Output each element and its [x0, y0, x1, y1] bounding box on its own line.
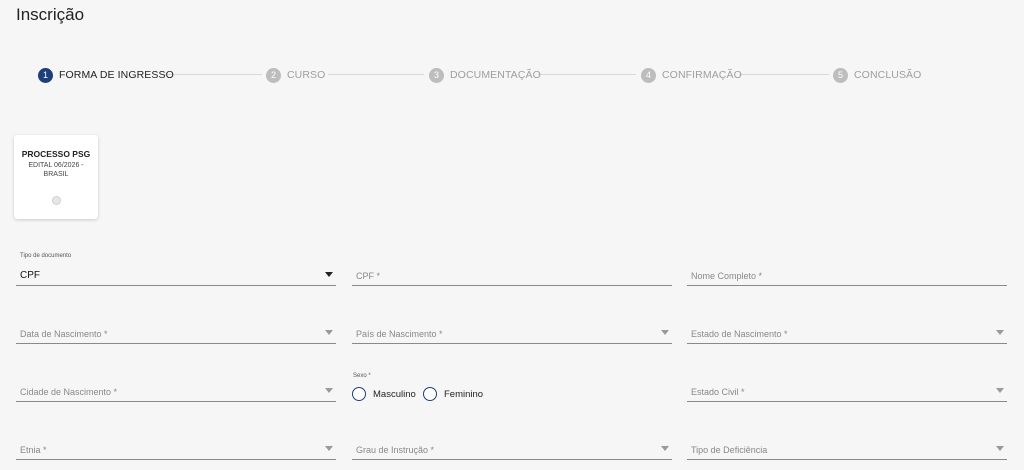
- tipo-documento-select[interactable]: Tipo de documento CPF: [16, 253, 336, 286]
- step-forma-de-ingresso[interactable]: 1 FORMA DE INGRESSO: [38, 67, 174, 83]
- field-placeholder: País de Nascimento *: [356, 329, 443, 339]
- radio-label: Masculino: [373, 388, 416, 400]
- step-confirmacao[interactable]: 4 CONFIRMAÇÃO: [641, 67, 742, 83]
- field-placeholder: Grau de Instrução *: [356, 445, 435, 455]
- step-label: FORMA DE INGRESSO: [59, 69, 174, 81]
- dropdown-arrow-icon: [325, 330, 333, 335]
- dropdown-arrow-icon: [996, 446, 1004, 451]
- dropdown-arrow-icon: [996, 330, 1004, 335]
- tipo-deficiencia-select[interactable]: Tipo de Deficiência: [687, 429, 1007, 460]
- field-value: CPF: [20, 270, 40, 281]
- step-documentacao[interactable]: 3 DOCUMENTAÇÃO: [429, 67, 541, 83]
- nome-completo-input[interactable]: Nome Completo *: [687, 255, 1007, 286]
- field-placeholder: Data de Nascimento *: [20, 329, 108, 339]
- dropdown-arrow-icon: [661, 330, 669, 335]
- step-connector: [538, 74, 636, 75]
- estado-nascimento-select[interactable]: Estado de Nascimento *: [687, 313, 1007, 344]
- dropdown-arrow-icon: [325, 446, 333, 451]
- step-label: DOCUMENTAÇÃO: [450, 69, 541, 81]
- page-title: Inscrição: [16, 5, 85, 24]
- step-label: CONFIRMAÇÃO: [662, 69, 742, 81]
- step-label: CURSO: [287, 69, 326, 81]
- processo-card[interactable]: PROCESSO PSG EDITAL 06/2026 - BRASIL: [14, 135, 98, 219]
- sexo-radio-group: Sexo * Masculino Feminino: [352, 373, 672, 403]
- step-connector: [328, 74, 424, 75]
- radio-label: Feminino: [444, 388, 484, 400]
- pais-nascimento-select[interactable]: País de Nascimento *: [352, 313, 672, 344]
- field-placeholder: CPF *: [356, 271, 381, 281]
- field-placeholder: Tipo de Deficiência: [691, 445, 768, 455]
- card-subtitle: EDITAL 06/2026 - BRASIL: [28, 162, 84, 178]
- step-number: 4: [641, 67, 656, 83]
- card-title: PROCESSO PSG: [21, 149, 91, 159]
- radio-masculino[interactable]: Masculino: [352, 387, 416, 401]
- field-placeholder: Estado Civil *: [691, 387, 745, 397]
- data-nascimento-input[interactable]: Data de Nascimento *: [16, 313, 336, 344]
- step-connector: [739, 74, 829, 75]
- step-curso[interactable]: 2 CURSO: [266, 67, 325, 83]
- radio-circle-icon[interactable]: [352, 387, 366, 401]
- step-number: 2: [266, 67, 281, 83]
- field-label: Tipo de documento: [20, 253, 72, 259]
- step-connector: [162, 74, 262, 75]
- field-label: Sexo *: [353, 373, 371, 379]
- estado-civil-select[interactable]: Estado Civil *: [687, 371, 1007, 402]
- step-number: 5: [833, 67, 848, 83]
- radio-feminino[interactable]: Feminino: [423, 387, 483, 401]
- stepper: 1 FORMA DE INGRESSO 2 CURSO 3 DOCUMENTAÇ…: [38, 67, 921, 83]
- dropdown-arrow-icon: [661, 446, 669, 451]
- cpf-input[interactable]: CPF *: [352, 255, 672, 286]
- etnia-select[interactable]: Etnia *: [16, 429, 336, 460]
- radio-circle-icon[interactable]: [423, 387, 437, 401]
- step-label: CONCLUSÃO: [854, 69, 922, 81]
- field-placeholder: Nome Completo *: [691, 271, 763, 281]
- step-number: 3: [429, 67, 444, 83]
- dropdown-arrow-icon: [325, 388, 333, 393]
- dropdown-arrow-icon: [996, 388, 1004, 393]
- card-radio-indicator[interactable]: [52, 196, 61, 205]
- cidade-nascimento-select[interactable]: Cidade de Nascimento *: [16, 371, 336, 402]
- dropdown-arrow-icon: [325, 272, 333, 277]
- field-placeholder: Cidade de Nascimento *: [20, 387, 118, 397]
- field-placeholder: Estado de Nascimento *: [691, 329, 788, 339]
- grau-instrucao-select[interactable]: Grau de Instrução *: [352, 429, 672, 460]
- step-conclusao[interactable]: 5 CONCLUSÃO: [833, 67, 921, 83]
- step-number: 1: [38, 67, 53, 83]
- field-placeholder: Etnia *: [20, 445, 47, 455]
